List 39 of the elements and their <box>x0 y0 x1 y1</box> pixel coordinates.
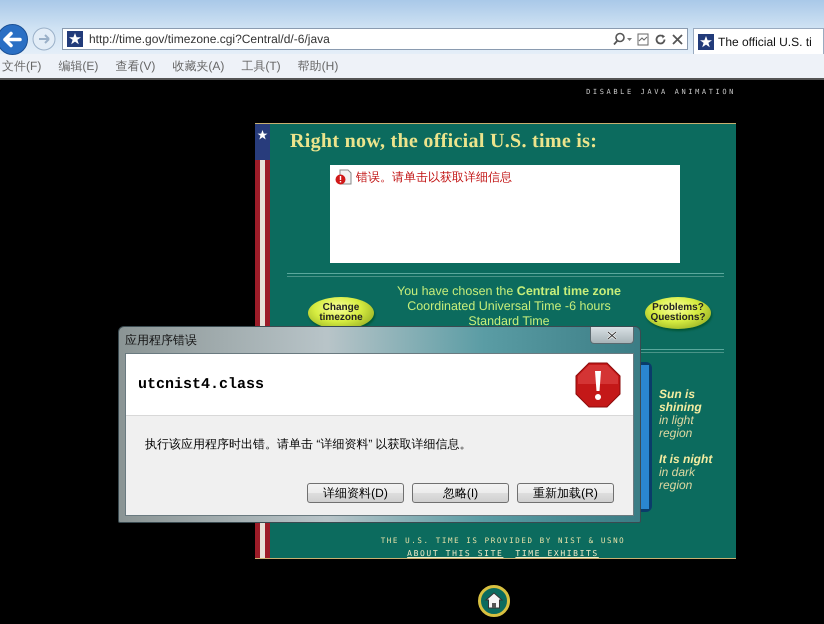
menu-item[interactable]: 工具(T) <box>241 58 281 74</box>
search-icon[interactable] <box>612 32 632 46</box>
address-field[interactable]: http://time.gov/timezone.cgi?Central/d/-6/java <box>62 28 688 50</box>
timezone-info: You have chosen the Central time zone <box>396 284 622 299</box>
change-timezone-button[interactable]: Change timezone <box>308 297 374 329</box>
error-message: 执行该应用程序时出错。请单击 “详细资料” 以获取详细信息。 <box>145 436 473 453</box>
footer-link[interactable]: ABOUT THIS SITE <box>407 549 504 558</box>
timezone-info: Coordinated Universal Time -6 hours <box>406 299 612 314</box>
stop-sign-icon <box>575 362 621 408</box>
refresh-icon[interactable] <box>654 32 667 46</box>
legend-title: It is night <box>659 453 714 466</box>
star-icon <box>698 34 714 50</box>
legend-title: Sun is shining <box>659 388 703 414</box>
close-icon <box>607 330 617 340</box>
footer-link[interactable]: TIME EXHIBITS <box>515 549 599 558</box>
menu-item[interactable]: 编辑(E) <box>58 58 98 74</box>
back-button[interactable] <box>0 24 28 54</box>
close-icon[interactable] <box>672 34 683 44</box>
dialog-button[interactable]: 详细资料(D) <box>307 483 404 503</box>
home-icon[interactable] <box>478 585 510 617</box>
menu-item[interactable]: 收藏夹(A) <box>172 58 224 74</box>
page-heading: Right now, the official U.S. time is: <box>290 130 598 154</box>
page-icon[interactable] <box>637 32 649 46</box>
class-name: utcnist4.class <box>138 376 264 393</box>
menu-item[interactable]: 文件(F) <box>2 58 42 74</box>
menu-item[interactable]: 查看(V) <box>115 58 156 74</box>
browser-tab[interactable]: The official U.S. ti <box>693 28 824 54</box>
dialog-title: 应用程序错误 <box>125 332 197 348</box>
close-button[interactable] <box>590 327 634 344</box>
timezone-info: Standard Time <box>467 314 551 329</box>
problems-button[interactable]: Problems? Questions? <box>645 297 711 329</box>
error-icon <box>335 169 352 185</box>
legend-text: in light region <box>659 414 694 440</box>
error-message: 错误。请单击以获取详细信息 <box>356 169 512 185</box>
menu-item[interactable]: 帮助(H) <box>298 58 338 74</box>
legend-text: in dark region <box>659 466 696 492</box>
dialog-button[interactable]: 重新加载(R) <box>517 483 614 503</box>
dialog-button[interactable]: 忽略(I) <box>412 483 509 503</box>
star-icon <box>67 31 83 47</box>
